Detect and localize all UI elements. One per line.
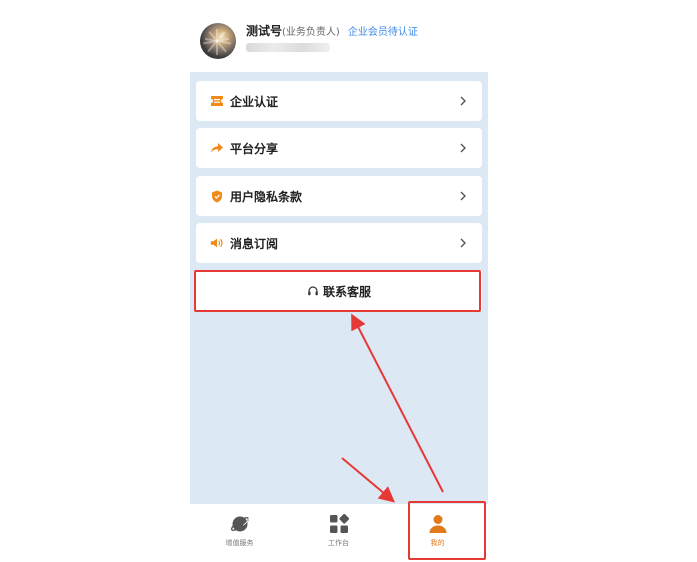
avatar[interactable] [200, 23, 236, 59]
annotation-highlight-mine-tab [408, 501, 486, 560]
planet-icon [230, 514, 250, 534]
tab-value-added-services[interactable]: 增值服务 [190, 504, 289, 562]
menu-item-label: 企业认证 [230, 94, 279, 109]
profile-header: 测试号(业务负责人) 企业会员待认证 [190, 0, 488, 72]
grid-icon [329, 513, 350, 534]
user-name: 测试号 [246, 24, 283, 38]
shield-icon [210, 189, 224, 203]
menu-item-platform-share[interactable]: 平台分享 [196, 128, 482, 168]
user-role: (业务负责人) [282, 27, 340, 38]
profile-name-line: 测试号(业务负责人) 企业会员待认证 [246, 22, 418, 39]
annotation-highlight-contact-service [194, 270, 481, 312]
chevron-right-icon [456, 188, 470, 202]
tab-label: 工作台 [328, 539, 349, 547]
chevron-right-icon [456, 140, 470, 154]
chevron-right-icon [456, 93, 470, 107]
menu-item-privacy-policy[interactable]: 用户隐私条款 [196, 176, 482, 216]
menu-item-enterprise-certification[interactable]: 企业认证 [196, 81, 482, 121]
menu-item-label: 平台分享 [230, 141, 279, 156]
tab-workbench[interactable]: 工作台 [289, 504, 388, 562]
share-arrow-icon [210, 141, 224, 155]
speaker-icon [210, 236, 224, 250]
menu-item-message-subscription[interactable]: 消息订阅 [196, 223, 482, 263]
ticket-icon [210, 94, 224, 108]
chevron-right-icon [456, 235, 470, 249]
menu-item-label: 用户隐私条款 [230, 189, 303, 204]
masked-phone-number [246, 43, 330, 52]
tab-label: 增值服务 [225, 539, 254, 547]
certification-status-link[interactable]: 企业会员待认证 [348, 27, 418, 38]
menu-item-label: 消息订阅 [230, 236, 279, 251]
